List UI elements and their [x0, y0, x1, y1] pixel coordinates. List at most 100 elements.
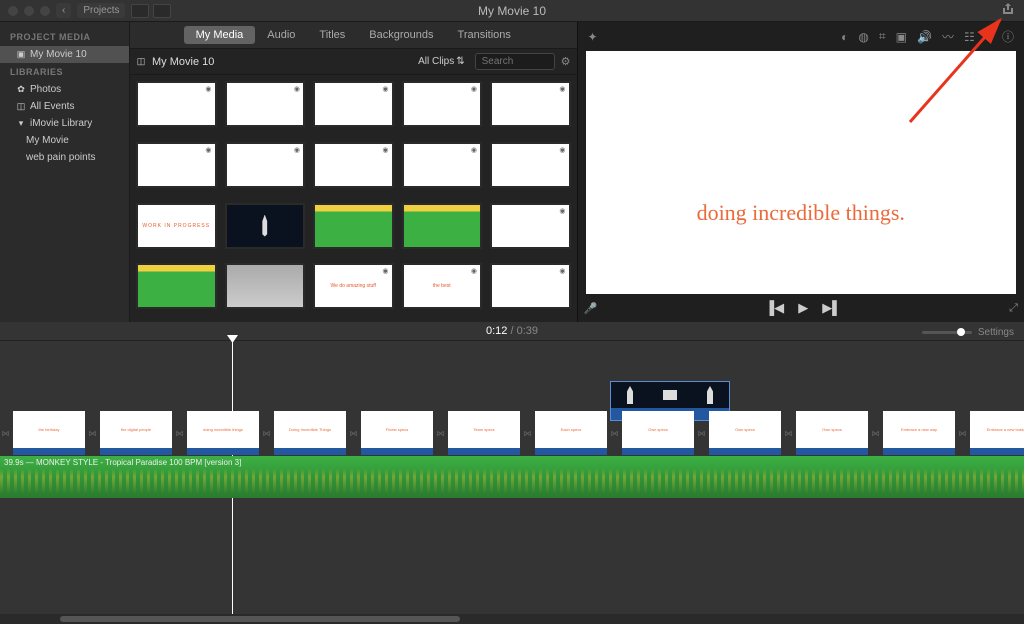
transition-icon[interactable]: ⋈: [783, 411, 794, 455]
timeline-clip[interactable]: Team specs: [448, 411, 520, 455]
timeline-clip[interactable]: Own specs: [709, 411, 781, 455]
tab-audio[interactable]: Audio: [255, 26, 307, 44]
transition-icon[interactable]: ⋈: [87, 411, 98, 455]
sidebar-item-allevents[interactable]: ◫All Events: [0, 98, 129, 115]
sidebar-item-webpain[interactable]: web pain points: [0, 149, 129, 166]
sidebar-item-label: Photos: [30, 84, 61, 95]
media-thumb[interactable]: [136, 263, 217, 309]
media-thumb-rocket[interactable]: [225, 203, 306, 249]
transition-icon[interactable]: ⋈: [0, 411, 11, 455]
timeline-clip[interactable]: Embrace a new today: [970, 411, 1024, 455]
timeline: 0:12 / 0:39 Settings ⋈the birthday⋈the d…: [0, 322, 1024, 624]
magic-wand-icon[interactable]: ✦: [588, 30, 598, 44]
media-thumb[interactable]: ◉: [490, 142, 571, 188]
media-thumb[interactable]: ◉: [490, 81, 571, 127]
timeline-clip[interactable]: the birthday: [13, 411, 85, 455]
timeline-clip[interactable]: Finest specs: [361, 411, 433, 455]
timeline-clip[interactable]: doing incredible things: [187, 411, 259, 455]
media-thumb[interactable]: ◉: [490, 263, 571, 309]
fullscreen-icon[interactable]: ⤢: [1009, 302, 1018, 315]
video-track[interactable]: ⋈the birthday⋈the digital people⋈doing i…: [0, 411, 1024, 455]
sidebar-item-label: All Events: [30, 101, 74, 112]
list-view-icon[interactable]: ◫: [136, 56, 146, 67]
media-thumb[interactable]: [313, 203, 394, 249]
media-thumb[interactable]: ◉: [225, 142, 306, 188]
thumbnail-grid: ◉ ◉ ◉ ◉ ◉ ◉ ◉ ◉ ◉ ◉ WORK IN PROGRESS ◉ ◉…: [130, 75, 577, 322]
rocket-icon: [259, 215, 271, 237]
media-thumb[interactable]: ◉the best: [402, 263, 483, 309]
viewer-toolbar: ✦ ◐ ◍ ⌗ ▣ 🔊 〰 ☷ ◔ ⓘ: [578, 22, 1024, 51]
tab-titles[interactable]: Titles: [307, 26, 357, 44]
next-button[interactable]: ▶▌: [822, 300, 841, 316]
timeline-clip[interactable]: Own specs: [796, 411, 868, 455]
voiceover-icon[interactable]: 🎤: [584, 302, 598, 315]
sidebar-item-project[interactable]: ▣My Movie 10: [0, 46, 129, 63]
media-thumb[interactable]: [402, 203, 483, 249]
media-thumb[interactable]: ◉: [402, 142, 483, 188]
media-thumb[interactable]: ◉: [225, 81, 306, 127]
stabilize-icon[interactable]: ▣: [896, 30, 907, 44]
crop-icon[interactable]: ⌗: [879, 29, 886, 44]
tab-backgrounds[interactable]: Backgrounds: [357, 26, 445, 44]
browser-location[interactable]: My Movie 10: [152, 56, 214, 68]
sidebar-item-photos[interactable]: ✿Photos: [0, 81, 129, 98]
timeline-clip[interactable]: Each specs: [535, 411, 607, 455]
traffic-lights[interactable]: [8, 6, 50, 16]
projects-nav[interactable]: Projects: [77, 3, 125, 18]
settings-button[interactable]: Settings: [978, 327, 1014, 338]
media-thumb[interactable]: ◉We do amazing stuff: [313, 263, 394, 309]
transition-icon[interactable]: ⋈: [174, 411, 185, 455]
transition-icon[interactable]: ⋈: [870, 411, 881, 455]
audio-track[interactable]: 39.9s — MONKEY STYLE - Tropical Paradise…: [0, 456, 1024, 498]
transition-icon[interactable]: ⋈: [435, 411, 446, 455]
window-title: My Movie 10: [478, 4, 546, 18]
audio-clip-label: 39.9s — MONKEY STYLE - Tropical Paradise…: [4, 458, 241, 467]
sidebar-header-project: PROJECT MEDIA: [0, 28, 129, 46]
gear-icon[interactable]: ⚙: [561, 55, 571, 68]
media-thumb[interactable]: ◉: [490, 203, 571, 249]
eq-icon[interactable]: ☷: [964, 30, 975, 44]
preview-canvas[interactable]: doing incredible things.: [586, 51, 1017, 294]
play-button[interactable]: ▶: [798, 300, 808, 316]
media-thumb[interactable]: ◉: [313, 81, 394, 127]
clips-filter[interactable]: All Clips ⇅: [414, 54, 469, 69]
tab-transitions[interactable]: Transitions: [446, 26, 523, 44]
info-icon[interactable]: ⓘ: [1002, 28, 1014, 45]
timeline-clip[interactable]: Doing Incredible Things: [274, 411, 346, 455]
preview-viewer: ✦ ◐ ◍ ⌗ ▣ 🔊 〰 ☷ ◔ ⓘ doing incredible thi…: [577, 22, 1024, 322]
color-balance-icon[interactable]: ◐: [841, 30, 848, 44]
media-thumb[interactable]: ◉: [313, 142, 394, 188]
volume-icon[interactable]: 🔊: [917, 30, 932, 44]
sidebar-item-mymovie[interactable]: My Movie: [0, 132, 129, 149]
timeline-clip[interactable]: Embrace a new way: [883, 411, 955, 455]
media-browser: My Media Audio Titles Backgrounds Transi…: [130, 22, 577, 322]
import-icon[interactable]: [131, 4, 149, 18]
speed-icon[interactable]: ◔: [985, 30, 992, 44]
search-input[interactable]: [475, 53, 555, 70]
media-thumb[interactable]: ◉: [136, 81, 217, 127]
window-titlebar: ‹ Projects My Movie 10: [0, 0, 1024, 22]
share-button[interactable]: [1000, 2, 1016, 19]
transition-icon[interactable]: ⋈: [957, 411, 968, 455]
back-button[interactable]: ‹: [56, 3, 71, 18]
tab-my-media[interactable]: My Media: [184, 26, 256, 44]
timeline-tracks-area[interactable]: ⋈the birthday⋈the digital people⋈doing i…: [0, 341, 1024, 614]
prev-button[interactable]: ▐◀: [765, 300, 784, 316]
timeline-scrollbar[interactable]: [0, 614, 1024, 624]
noise-icon[interactable]: 〰: [942, 28, 954, 45]
media-thumb[interactable]: WORK IN PROGRESS: [136, 203, 217, 249]
transition-icon[interactable]: ⋈: [261, 411, 272, 455]
record-icon[interactable]: [153, 4, 171, 18]
timeline-clip[interactable]: the digital people: [100, 411, 172, 455]
sidebar-header-libraries: LIBRARIES: [0, 63, 129, 81]
sidebar-item-label: iMovie Library: [30, 118, 92, 129]
media-thumb[interactable]: ◉: [136, 142, 217, 188]
color-correct-icon[interactable]: ◍: [858, 30, 868, 44]
media-thumb[interactable]: [225, 263, 306, 309]
transition-icon[interactable]: ⋈: [522, 411, 533, 455]
timeline-clip[interactable]: Own specs: [622, 411, 694, 455]
sidebar-item-library[interactable]: ▾iMovie Library: [0, 115, 129, 132]
media-thumb[interactable]: ◉: [402, 81, 483, 127]
zoom-slider[interactable]: [922, 331, 972, 334]
transition-icon[interactable]: ⋈: [348, 411, 359, 455]
